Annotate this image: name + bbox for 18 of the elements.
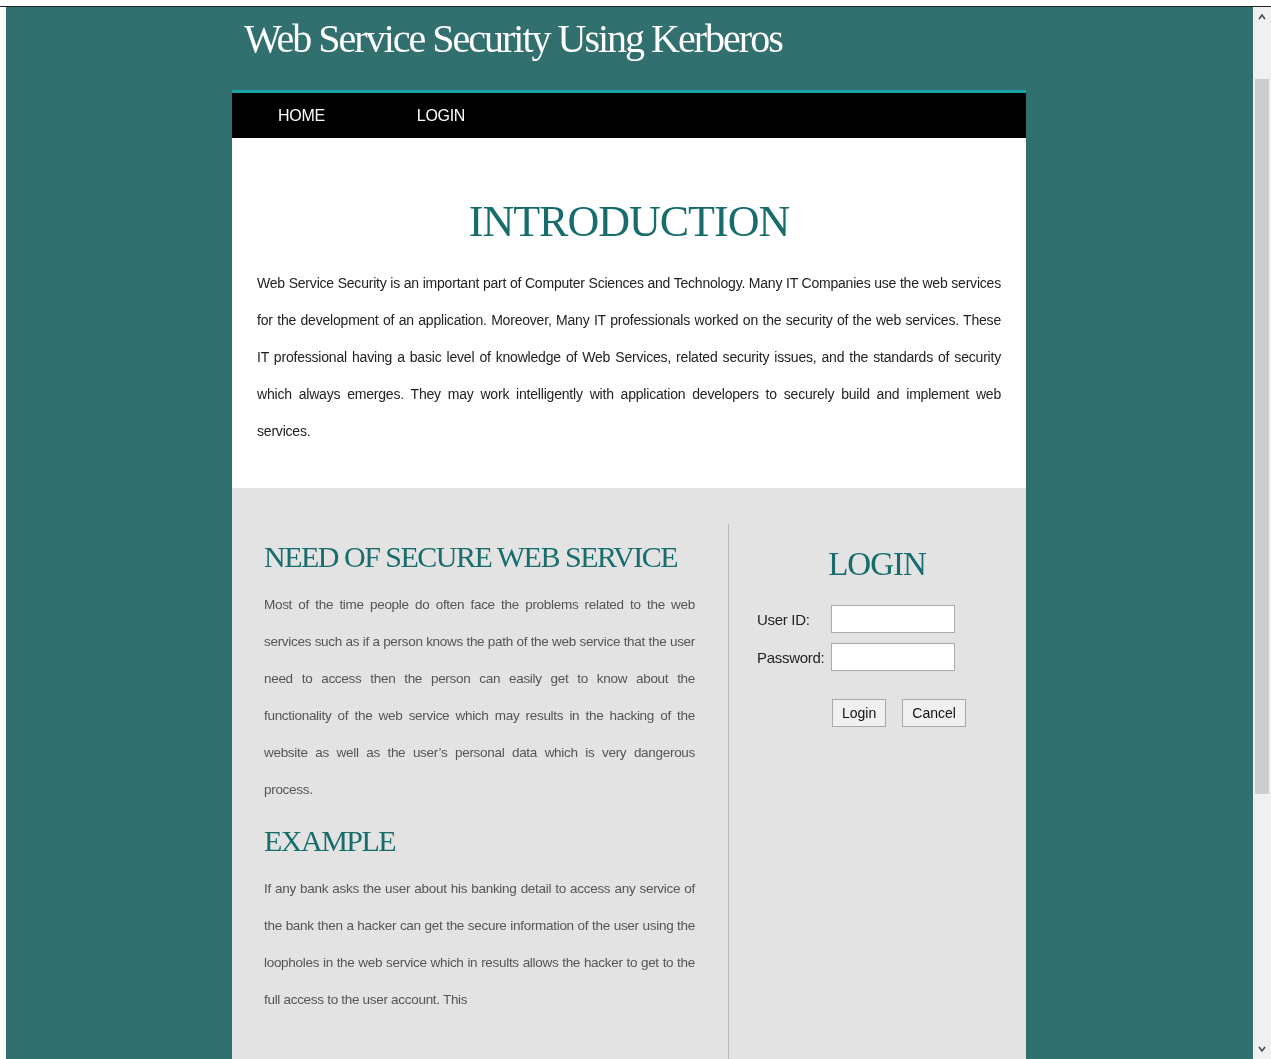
password-field[interactable] xyxy=(831,643,955,671)
section-paragraph: If any bank asks the user about his banking detail to access any service of the bank then a hacker can get the secure information of the user using the loopholes in the web service which in results allows the hacker to get to the full access to the user account. This xyxy=(264,880,695,1009)
login-heading: LOGIN xyxy=(827,546,927,583)
cancel-button[interactable]: Cancel xyxy=(902,699,966,727)
user-id-field[interactable] xyxy=(831,605,955,633)
login-button[interactable]: Login xyxy=(832,699,887,727)
site-title: Web Service Security Using Kerberos xyxy=(243,15,784,63)
nav-link[interactable]: HOME xyxy=(278,106,325,125)
field-label: Password: xyxy=(757,648,826,666)
scroll-up-icon[interactable] xyxy=(1257,12,1267,22)
section-heading: INTRODUCTION xyxy=(467,196,791,247)
intro-paragraph: Web Service Security is an important part of Computer Sciences and Technology. Many IT Companies use the web services for the development of an application. Moreover, Many IT professionals worked on the security of the web services. These IT professional having a basic level of knowledge of Web Services, related security issues, and the standards of security which always emerges. They may work intelligently with application developers to securely build and implement web services. xyxy=(257,274,1001,441)
section-heading: EXAMPLE xyxy=(264,824,397,858)
section-paragraph: Most of the time people do often face the problems related to the web services such as if a person knows the path of the web service that the user need to access then the person can easily get to know about the functionality of the web service which may results in the hacking of the website as well as the user’s personal data which is very dangerous process. xyxy=(264,596,695,799)
scroll-down-icon[interactable] xyxy=(1257,1044,1267,1054)
nav-link[interactable]: LOGIN xyxy=(416,106,466,125)
section-heading: NEED OF SECURE WEB SERVICE xyxy=(264,540,679,574)
field-label: User ID: xyxy=(757,610,811,628)
